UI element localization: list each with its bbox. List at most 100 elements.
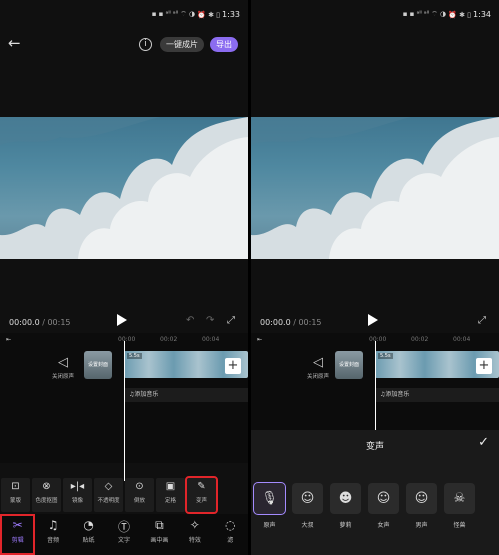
- tab-filters[interactable]: ◌ 滤: [213, 514, 248, 555]
- mute-original-audio-button[interactable]: ◁ 关闭原声: [40, 351, 86, 380]
- play-icon[interactable]: [368, 314, 378, 326]
- bottom-tab-bar: ✂ 剪辑 ♫ 音频 ◔ 贴纸 Ⓣ 文字 ⧉ 画中画 ✧ 特效 ◌ 滤: [0, 514, 248, 555]
- female-face-icon: ☺: [368, 483, 399, 514]
- confirm-check-icon[interactable]: ✓: [478, 435, 489, 450]
- add-music-track[interactable]: ♫添加音乐: [375, 388, 499, 402]
- sheet-title: 变声: [365, 442, 384, 452]
- status-bar: ▪ ▪ ᵃˡˡ ᵃˡˡ ⌔ ◑ ⏰ ✱ ▯ 1:34: [403, 10, 491, 19]
- tool-freeze[interactable]: ▣ 定格: [156, 478, 185, 512]
- chroma-key-icon: ⊗: [42, 481, 51, 492]
- sparkle-icon: ✧: [189, 518, 200, 532]
- voice-options: 🎙 原声 ☺ 大叔 ☻ 萝莉 ☺ 女声 ☺ 男声 ☠ 怪兽: [253, 482, 475, 529]
- current-time: 00:00.0: [260, 318, 291, 327]
- export-button[interactable]: 导出: [210, 37, 238, 52]
- tab-picture-in-picture[interactable]: ⧉ 画中画: [142, 514, 177, 555]
- fullscreen-icon[interactable]: ⤢: [478, 315, 486, 326]
- voice-loli[interactable]: ☻ 萝莉: [330, 483, 361, 529]
- clip-duration: 5.5s: [378, 353, 393, 359]
- ruler-start-icon: ⇤: [6, 336, 12, 343]
- pip-icon: ⧉: [155, 518, 164, 532]
- ruler-tick: 00:00: [118, 336, 136, 343]
- playhead[interactable]: [124, 341, 125, 481]
- tab-label: 音频: [47, 537, 60, 544]
- video-preview: [251, 117, 499, 259]
- sticker-icon: ◔: [83, 518, 94, 532]
- fullscreen-icon[interactable]: ⤢: [227, 315, 235, 326]
- voice-label: 萝莉: [339, 522, 352, 529]
- voice-changer-sheet: 变声 ✓ 🎙 原声 ☺ 大叔 ☻ 萝莉 ☺ 女声 ☺ 男声 ☠ 怪兽: [251, 430, 499, 555]
- microphone-icon: ✎: [197, 481, 206, 492]
- voice-label: 原声: [263, 522, 276, 529]
- tab-stickers[interactable]: ◔ 贴纸: [71, 514, 106, 555]
- status-icons-right: ⏰ ✱ ▯: [448, 10, 472, 19]
- voice-label: 女声: [377, 522, 390, 529]
- tool-label: 蒙版: [9, 498, 21, 504]
- text-icon: Ⓣ: [117, 520, 130, 534]
- time-readout: 00:00.0 / 00:15: [9, 318, 71, 327]
- back-arrow-icon[interactable]: ←: [8, 34, 26, 52]
- ruler-tick: 00:04: [202, 336, 220, 343]
- voice-label: 男声: [415, 522, 428, 529]
- clock: 1:34: [473, 10, 491, 19]
- one-key-film-button[interactable]: 一键成片: [160, 37, 204, 52]
- uncle-face-icon: ☺: [292, 483, 323, 514]
- tool-label: 倒放: [133, 498, 145, 504]
- mask-icon: ⊡: [11, 481, 20, 492]
- tool-mask[interactable]: ⊡ 蒙版: [1, 478, 30, 512]
- screenshot-comparison: ▪ ▪ ᵃˡˡ ᵃˡˡ ⌔ ◑ ⏰ ✱ ▯ 1:33 ← i 一键成片 导出 0…: [0, 0, 499, 555]
- voice-male[interactable]: ☺ 男声: [406, 483, 437, 529]
- tool-chroma-key[interactable]: ⊗ 色度抠图: [32, 478, 61, 512]
- add-clip-icon[interactable]: +: [225, 358, 241, 374]
- mirror-icon: ▸|◂: [70, 481, 85, 492]
- tool-label: 镜像: [71, 498, 83, 504]
- tool-voice-changer[interactable]: ✎ 变声: [185, 476, 218, 514]
- editor-screen-left: ▪ ▪ ᵃˡˡ ᵃˡˡ ⌔ ◑ ⏰ ✱ ▯ 1:33 ← i 一键成片 导出 0…: [0, 0, 248, 555]
- total-time: 00:15: [47, 318, 71, 327]
- tab-text[interactable]: Ⓣ 文字: [106, 514, 141, 555]
- cloud-image: [251, 117, 499, 259]
- scissors-icon: ✂: [12, 518, 23, 532]
- voice-label: 大叔: [301, 522, 314, 529]
- male-face-icon: ☺: [406, 483, 437, 514]
- speaker-icon: ◁: [313, 355, 323, 370]
- redo-icon[interactable]: ↷: [206, 315, 214, 326]
- tab-effects[interactable]: ✧ 特效: [177, 514, 212, 555]
- tool-opacity[interactable]: ◇ 不透明度: [94, 478, 123, 512]
- tab-label: 滤: [227, 537, 234, 544]
- ruler-tick: 00:02: [411, 336, 429, 343]
- mute-label: 关闭原声: [51, 374, 74, 380]
- info-icon[interactable]: i: [139, 38, 152, 51]
- add-clip-icon[interactable]: +: [476, 358, 492, 374]
- voice-label: 怪兽: [453, 522, 466, 529]
- current-time: 00:00.0: [9, 318, 40, 327]
- set-cover-button[interactable]: 设置封面: [84, 351, 112, 379]
- ruler-tick: 00:00: [369, 336, 387, 343]
- voice-original[interactable]: 🎙 原声: [253, 482, 286, 529]
- clip-tool-row: ⊡ 蒙版 ⊗ 色度抠图 ▸|◂ 镜像 ◇ 不透明度 ⊙ 倒放 ▣ 定格 ✎ 变声: [0, 476, 248, 514]
- speaker-icon: ◁: [58, 355, 68, 370]
- freeze-frame-icon: ▣: [165, 481, 176, 492]
- clip-duration: 5.5s: [127, 353, 142, 359]
- play-icon[interactable]: [117, 314, 127, 326]
- voice-female[interactable]: ☺ 女声: [368, 483, 399, 529]
- opacity-icon: ◇: [104, 481, 113, 492]
- ruler-tick: 00:02: [160, 336, 178, 343]
- tab-label: 特效: [188, 537, 201, 544]
- voice-monster[interactable]: ☠ 怪兽: [444, 483, 475, 529]
- tool-reverse[interactable]: ⊙ 倒放: [125, 478, 154, 512]
- set-cover-button[interactable]: 设置封面: [335, 351, 363, 379]
- reverse-icon: ⊙: [135, 481, 144, 492]
- editor-screen-right: ▪ ▪ ᵃˡˡ ᵃˡˡ ⌔ ◑ ⏰ ✱ ▯ 1:34 00:00.0 / 00:…: [251, 0, 499, 555]
- tool-label: 定格: [164, 498, 176, 504]
- tab-audio[interactable]: ♫ 音频: [35, 514, 70, 555]
- undo-icon[interactable]: ↶: [186, 315, 194, 326]
- playhead[interactable]: [375, 341, 376, 430]
- time-readout: 00:00.0 / 00:15: [260, 318, 322, 327]
- girl-face-icon: ☻: [330, 483, 361, 514]
- add-music-track[interactable]: ♫添加音乐: [124, 388, 248, 402]
- tab-edit[interactable]: ✂ 剪辑: [0, 514, 36, 555]
- status-icons-right: ⏰ ✱ ▯: [197, 10, 221, 19]
- voice-uncle[interactable]: ☺ 大叔: [292, 483, 323, 529]
- status-icons: ▪ ▪ ᵃˡˡ ᵃˡˡ ⌔ ◑: [402, 10, 447, 18]
- tool-mirror[interactable]: ▸|◂ 镜像: [63, 478, 92, 512]
